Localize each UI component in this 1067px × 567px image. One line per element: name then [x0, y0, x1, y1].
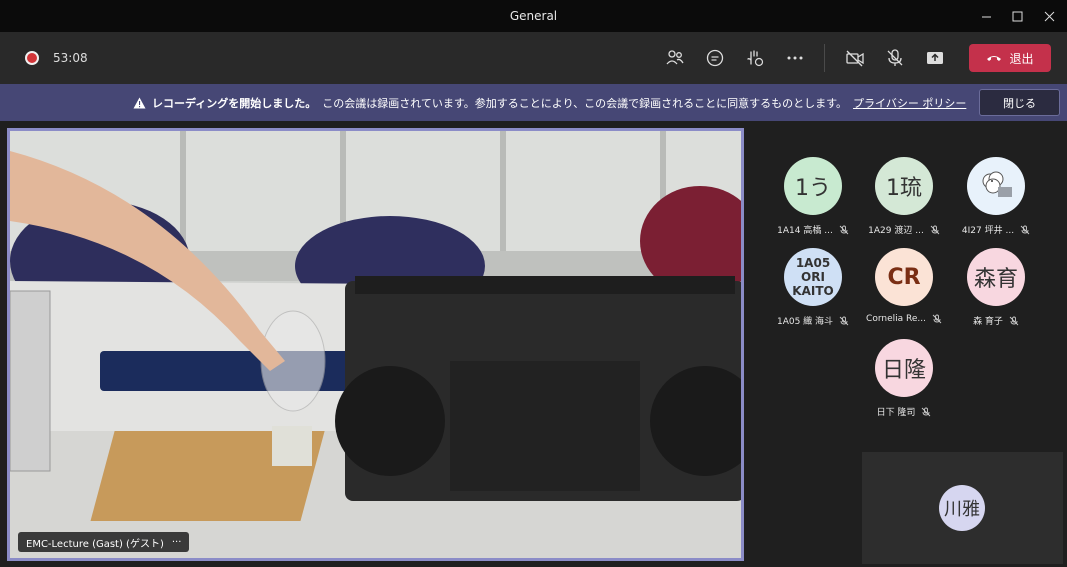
self-avatar: 川雅	[939, 485, 985, 531]
warning-icon	[133, 97, 146, 109]
close-icon	[1044, 11, 1054, 21]
main-video[interactable]: EMC-Lecture (Gast) (ゲスト) ···	[7, 128, 744, 561]
participant-name: 日下 隆司	[876, 408, 916, 418]
people-button[interactable]	[661, 44, 689, 72]
participant-tile[interactable]: 1う 1A14 高橋 ...	[768, 157, 858, 236]
avatar: 日隆	[875, 339, 933, 397]
banner-message: レコーディングを開始しました。 この会議は録画されています。参加することにより、…	[133, 95, 966, 111]
chat-icon	[706, 49, 724, 67]
maximize-button[interactable]	[1002, 0, 1032, 32]
toolbar-divider	[824, 44, 825, 72]
mic-off-icon	[922, 407, 931, 416]
participant-tile[interactable]: 1琉 1A29 渡辺 ...	[859, 157, 949, 236]
call-toolbar: 53:08 退出	[0, 32, 1067, 84]
more-icon	[787, 56, 803, 60]
camera-off-icon	[846, 50, 864, 67]
avatar	[967, 157, 1025, 215]
video-more-button[interactable]: ···	[172, 537, 182, 548]
mic-off-icon	[1020, 225, 1030, 234]
hang-up-icon	[987, 56, 1002, 61]
sheep-laptop-avatar-icon	[982, 171, 1012, 197]
avatar: 1A05 ORI KAITO	[784, 248, 842, 306]
banner-body: この会議は録画されています。参加することにより、この会議で録画されることに同意す…	[322, 97, 848, 110]
banner-title: レコーディングを開始しました。	[152, 97, 317, 110]
privacy-policy-link[interactable]: プライバシー ポリシー	[853, 95, 966, 111]
video-participant-name: EMC-Lecture (Gast) (ゲスト)	[26, 538, 164, 550]
window-title: General	[509, 9, 558, 23]
leave-button[interactable]: 退出	[969, 44, 1051, 72]
recording-indicator-icon	[25, 51, 39, 65]
camera-toggle-button[interactable]	[841, 44, 869, 72]
maximize-icon	[1012, 11, 1022, 21]
more-actions-button[interactable]	[781, 44, 809, 72]
recording-banner: レコーディングを開始しました。 この会議は録画されています。参加することにより、…	[0, 84, 1067, 121]
participant-tile[interactable]: 4I27 坪井 ...	[951, 157, 1041, 236]
participant-name: 1A05 織 海斗	[776, 317, 834, 327]
minimize-button[interactable]	[971, 0, 1001, 32]
participant-name: 森 育子	[973, 317, 1003, 327]
participant-tile[interactable]: 森育 森 育子	[951, 248, 1041, 327]
avatar: 森育	[967, 248, 1025, 306]
participant-tile[interactable]: CR Cornelia Re...	[859, 248, 949, 324]
people-icon	[666, 50, 684, 65]
close-window-button[interactable]	[1034, 0, 1064, 32]
participant-tile[interactable]: 1A05 ORI KAITO 1A05 織 海斗	[768, 248, 858, 327]
title-bar: General	[0, 0, 1067, 32]
video-frame	[10, 131, 741, 558]
mic-off-icon	[839, 225, 849, 234]
video-participant-label: EMC-Lecture (Gast) (ゲスト) ···	[18, 532, 190, 552]
mic-off-icon	[932, 314, 942, 324]
mic-off-icon	[839, 316, 849, 325]
participant-name: 1A14 高橋 ...	[777, 226, 833, 236]
minimize-icon	[981, 16, 991, 17]
avatar: 1う	[784, 157, 842, 215]
chat-button[interactable]	[701, 44, 729, 72]
raise-hand-icon	[747, 50, 764, 67]
mic-off-icon	[930, 225, 940, 234]
banner-close-button[interactable]: 閉じる	[979, 89, 1060, 116]
call-timer: 53:08	[53, 51, 88, 65]
mic-off-icon	[1009, 316, 1019, 325]
share-button[interactable]	[921, 44, 949, 72]
self-view-tile[interactable]: 川雅	[862, 452, 1063, 564]
participant-name: 1A29 渡辺 ...	[868, 226, 924, 236]
share-screen-icon	[927, 52, 943, 64]
mic-off-icon	[887, 49, 903, 66]
participant-name: 4I27 坪井 ...	[961, 226, 1015, 236]
avatar: 1琉	[875, 157, 933, 215]
avatar: CR	[875, 248, 933, 306]
meeting-stage: EMC-Lecture (Gast) (ゲスト) ··· 1う 1A14 高橋 …	[0, 121, 1067, 567]
reactions-button[interactable]	[741, 44, 769, 72]
participant-tile[interactable]: 日隆 日下 隆司	[859, 339, 949, 418]
mic-toggle-button[interactable]	[881, 44, 909, 72]
leave-label: 退出	[1009, 51, 1034, 66]
participant-name: Cornelia Re...	[866, 314, 926, 324]
